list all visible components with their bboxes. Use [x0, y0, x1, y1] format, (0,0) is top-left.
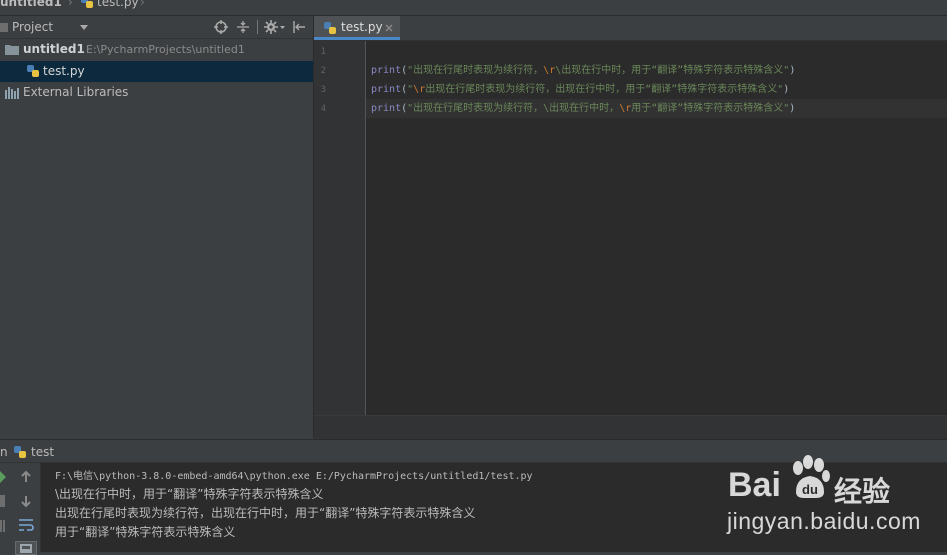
code-token: \r [619, 103, 632, 114]
project-view-selector[interactable]: Project [12, 20, 53, 34]
project-icon [0, 23, 8, 32]
project-panel-header: Project [0, 16, 313, 39]
code-line-2: print("出现在行尾时表现为续行符，\r\出现在行中时，用于“翻译”特殊字符… [371, 61, 795, 80]
code-token: print [371, 103, 402, 114]
run-tab-prefix: n [0, 445, 8, 459]
code-token: "出现在行尾时表现为续行符， [407, 65, 544, 76]
arrow-up-icon[interactable] [19, 470, 33, 484]
navigation-bar: untitled1 › test.py › [0, 0, 947, 16]
pause-icon[interactable] [0, 520, 5, 532]
line-number: 2 [320, 66, 326, 76]
editor-footer [314, 415, 947, 439]
line-number-gutter: 1 2 3 4 [314, 41, 366, 415]
python-file-icon [27, 65, 39, 77]
console-output-line: \出现在行中时，用于“翻译”特殊字符表示特殊含义 [55, 487, 324, 501]
project-tree: untitled1 E:\PycharmProjects\untitled1 t… [0, 39, 313, 438]
libraries-label: External Libraries [23, 85, 129, 99]
gear-icon[interactable] [264, 20, 278, 34]
breadcrumb-file[interactable]: test.py [97, 0, 139, 9]
tree-item-file[interactable]: test.py [0, 61, 313, 82]
watermark-brand-left: Bai [728, 466, 781, 504]
console-command-line: F:\电信\python-3.8.0-embed-amd64\python.ex… [55, 471, 533, 482]
code-line-4: print("出现在行尾时表现为续行符，\出现在行中时，\r用于“翻译”特殊字符… [371, 99, 795, 118]
code-token: ) [789, 103, 796, 114]
tab-label: test.py [341, 20, 383, 34]
tree-item-root[interactable]: untitled1 E:\PycharmProjects\untitled1 [0, 39, 313, 60]
code-token: \r [543, 65, 556, 76]
code-token: print [371, 84, 402, 95]
collapse-all-icon[interactable] [236, 20, 250, 34]
python-file-icon [324, 22, 336, 34]
paw-logo-icon: du [793, 455, 830, 498]
code-editor[interactable]: print("出现在行尾时表现为续行符，\r\出现在行中时，用于“翻译”特殊字符… [366, 41, 947, 415]
tab-test-py[interactable]: test.py [314, 16, 400, 40]
root-folder-name: untitled1 [23, 42, 85, 56]
toolbar-divider [257, 20, 258, 34]
root-folder-path: E:\PycharmProjects\untitled1 [86, 43, 245, 56]
tree-item-libraries[interactable]: External Libraries [0, 82, 313, 103]
code-token: print [371, 65, 402, 76]
console-output-line: 用于“翻译”特殊字符表示特殊含义 [55, 525, 236, 539]
soft-wrap-icon[interactable] [18, 518, 34, 532]
run-config-name[interactable]: test [31, 445, 54, 459]
editor-tabs: test.py [314, 16, 947, 41]
print-button[interactable] [15, 541, 37, 555]
library-icon [5, 87, 19, 99]
line-number: 4 [320, 104, 326, 114]
console-output-line: 出现在行尾时表现为续行符，出现在行中时，用于“翻译”特殊字符表示特殊含义 [55, 506, 476, 520]
line-number: 1 [320, 47, 326, 57]
code-token: 用于“翻译”特殊字符表示特殊含义" [631, 103, 790, 114]
folder-icon [5, 45, 19, 55]
watermark-url: jingyan.baidu.com [727, 508, 921, 534]
python-file-icon [14, 446, 26, 458]
python-file-icon [81, 0, 93, 8]
rerun-icon[interactable] [0, 471, 6, 483]
code-token: 出现在行尾时表现为续行符，出现在行中时，用于“翻译”特殊字符表示特殊含义" [425, 84, 784, 95]
code-token: ) [783, 84, 790, 95]
code-token: \出现在行中时，用于“翻译”特殊字符表示特殊含义" [555, 65, 790, 76]
code-token: \r [413, 84, 426, 95]
breadcrumb-separator: › [140, 0, 145, 9]
watermark-brand-right: 经验 [834, 475, 891, 508]
baidu-jingyan-watermark: Bai du 经验 jingyan.baidu.com [726, 448, 941, 550]
file-name: test.py [43, 64, 85, 78]
stop-icon[interactable] [0, 495, 5, 507]
breadcrumb-project[interactable]: untitled1 [0, 0, 62, 9]
arrow-down-icon[interactable] [19, 494, 33, 508]
locate-target-icon[interactable] [214, 20, 228, 34]
svg-text:du: du [802, 482, 818, 497]
code-token: ) [789, 65, 796, 76]
code-token: "出现在行尾时表现为续行符，\出现在行中时， [407, 103, 620, 114]
chevron-down-icon[interactable] [280, 26, 285, 29]
close-icon[interactable] [385, 24, 393, 32]
chevron-down-icon[interactable] [80, 25, 88, 30]
line-number: 3 [320, 85, 326, 95]
breadcrumb-separator: › [68, 0, 73, 9]
code-line-3: print("\r出现在行尾时表现为续行符，出现在行中时，用于“翻译”特殊字符表… [371, 80, 789, 99]
run-toolbar [0, 463, 41, 555]
hide-panel-icon[interactable] [292, 20, 306, 34]
